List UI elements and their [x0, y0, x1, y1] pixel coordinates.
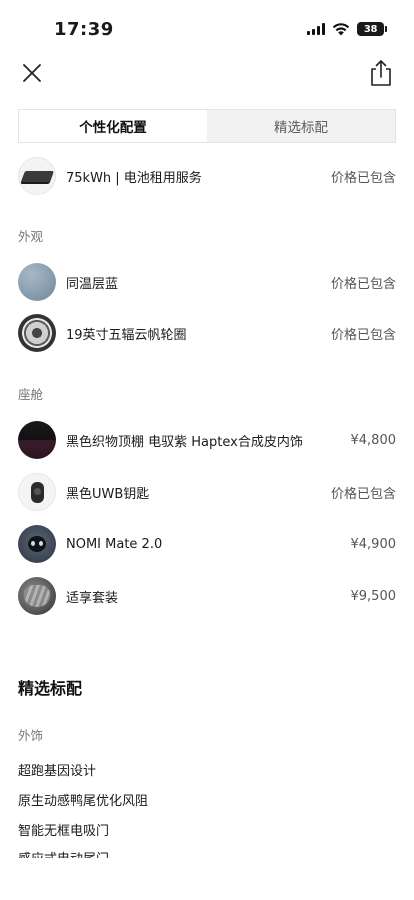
key-fob-thumbnail [18, 473, 56, 511]
config-item-label: 黑色织物顶棚 电驭紫 Haptex合成皮内饰 [66, 434, 303, 450]
config-item-battery[interactable]: 75kWh | 电池租用服务 价格已包含 [18, 156, 396, 196]
cellular-signal-icon [307, 23, 325, 35]
config-item-wheels[interactable]: 19英寸五辐云帆轮圈 价格已包含 [18, 313, 396, 353]
seat-package-thumbnail [18, 577, 56, 615]
config-tabs: 个性化配置 精选标配 [18, 109, 396, 143]
wheel-rim-thumbnail [18, 314, 56, 352]
config-item-key[interactable]: 黑色UWB钥匙 价格已包含 [18, 472, 396, 512]
config-item-comfort-package[interactable]: 适享套装 ¥9,500 [18, 576, 396, 616]
feature-item: 原生动感鸭尾优化风阻 [18, 794, 149, 809]
tab-personalized-config[interactable]: 个性化配置 [19, 110, 207, 142]
paint-color-swatch [18, 263, 56, 301]
config-item-price: 价格已包含 [330, 486, 396, 502]
config-item-label: NOMI Mate 2.0 [66, 536, 163, 552]
section-label-exterior-trim: 外饰 [18, 728, 44, 743]
interior-thumbnail [18, 421, 56, 459]
config-item-nomi[interactable]: NOMI Mate 2.0 ¥4,900 [18, 524, 396, 564]
feature-item: 超跑基因设计 [18, 764, 97, 779]
config-item-price: 价格已包含 [330, 170, 396, 186]
config-item-price: ¥4,800 [350, 432, 397, 448]
config-item-price: 价格已包含 [330, 327, 396, 343]
config-item-label: 75kWh | 电池租用服务 [66, 170, 202, 186]
battery-pack-thumbnail [18, 157, 56, 195]
nav-bar [0, 58, 414, 92]
wifi-icon [332, 23, 350, 36]
close-icon[interactable] [19, 60, 45, 86]
tab-standard-features[interactable]: 精选标配 [207, 110, 395, 142]
status-time: 17:39 [54, 19, 114, 40]
config-item-price: ¥9,500 [350, 588, 397, 604]
config-item-label: 黑色UWB钥匙 [66, 486, 150, 502]
feature-item: 感应式电动尾门 [18, 851, 109, 858]
battery-level: 38 [363, 23, 378, 35]
config-item-label: 19英寸五辐云帆轮圈 [66, 327, 187, 343]
config-item-label: 同温层蓝 [66, 276, 119, 292]
standard-features-heading: 精选标配 [18, 679, 83, 698]
config-item-price: 价格已包含 [330, 276, 396, 292]
config-item-price: ¥4,900 [350, 536, 397, 552]
section-label-cabin: 座舱 [18, 387, 44, 402]
section-label-exterior: 外观 [18, 229, 44, 244]
feature-item: 智能无框电吸门 [18, 824, 110, 839]
config-item-label: 适享套装 [66, 590, 119, 606]
share-icon[interactable] [368, 58, 394, 88]
battery-icon: 38 [357, 22, 387, 36]
nomi-robot-thumbnail [18, 525, 56, 563]
config-item-interior[interactable]: 黑色织物顶棚 电驭紫 Haptex合成皮内饰 ¥4,800 [18, 420, 396, 460]
status-icons: 38 [307, 22, 387, 36]
config-item-paint[interactable]: 同温层蓝 价格已包含 [18, 262, 396, 302]
status-bar: 17:39 38 [0, 0, 414, 60]
